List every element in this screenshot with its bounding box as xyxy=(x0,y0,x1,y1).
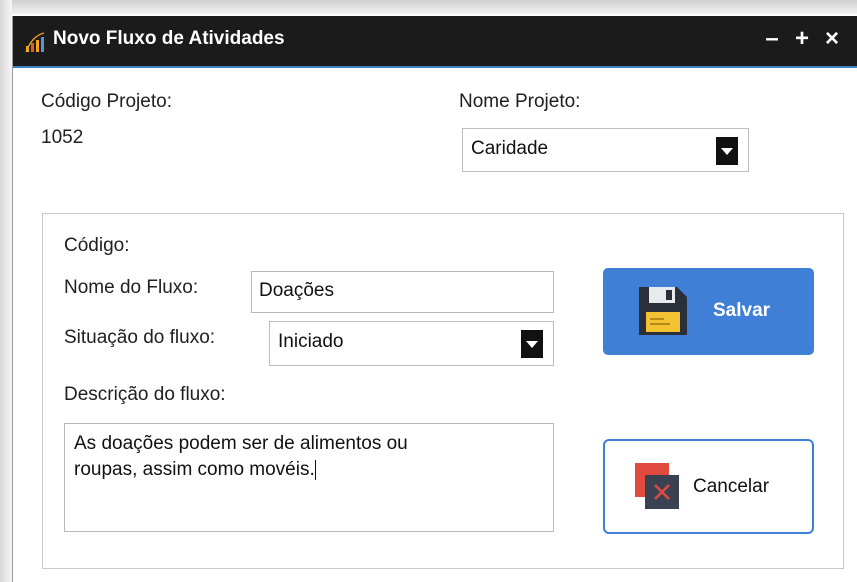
project-name-value: Caridade xyxy=(471,138,549,159)
codigo-label: Código: xyxy=(64,235,130,256)
flow-status-value: Iniciado xyxy=(278,331,344,352)
chevron-down-icon[interactable] xyxy=(521,330,543,358)
flow-description-textarea[interactable]: As doações podem ser de alimentos ou rou… xyxy=(64,423,554,532)
minimize-button[interactable]: – xyxy=(760,25,784,53)
project-code-value: 1052 xyxy=(41,127,84,148)
title-bar[interactable]: Novo Fluxo de Atividades – + × xyxy=(13,16,857,68)
flow-status-select[interactable]: Iniciado xyxy=(269,321,554,366)
project-code-label: Código Projeto: xyxy=(41,91,172,112)
description-line-1: As doações podem ser de alimentos ou xyxy=(74,433,408,454)
window-title: Novo Fluxo de Atividades xyxy=(53,28,285,49)
close-button[interactable]: × xyxy=(820,25,844,53)
cancel-label: Cancelar xyxy=(693,476,770,497)
project-name-label: Nome Projeto: xyxy=(459,91,581,112)
chevron-down-icon[interactable] xyxy=(716,137,738,165)
bar-chart-icon xyxy=(25,32,45,53)
save-button[interactable]: Salvar xyxy=(603,268,814,355)
flow-status-label: Situação do fluxo: xyxy=(64,327,216,348)
text-caret xyxy=(314,459,316,480)
flow-name-input[interactable]: Doações xyxy=(251,271,554,313)
description-line-2-wrap: roupas, assim como movéis. xyxy=(74,457,544,483)
flow-description-label: Descrição do fluxo: xyxy=(64,384,226,405)
dialog-window: Novo Fluxo de Atividades – + × Código Pr… xyxy=(12,16,857,582)
save-label: Salvar xyxy=(713,300,771,321)
maximize-button[interactable]: + xyxy=(790,25,814,53)
description-line-2: roupas, assim como movéis. xyxy=(74,459,315,480)
cancel-button[interactable]: Cancelar xyxy=(603,439,814,534)
window-shadow-left xyxy=(0,0,12,582)
flow-name-label: Nome do Fluxo: xyxy=(64,277,199,298)
floppy-disk-icon xyxy=(639,287,687,335)
cancel-x-icon xyxy=(635,463,679,509)
window-shadow-top xyxy=(0,0,857,14)
project-name-select[interactable]: Caridade xyxy=(462,128,749,172)
